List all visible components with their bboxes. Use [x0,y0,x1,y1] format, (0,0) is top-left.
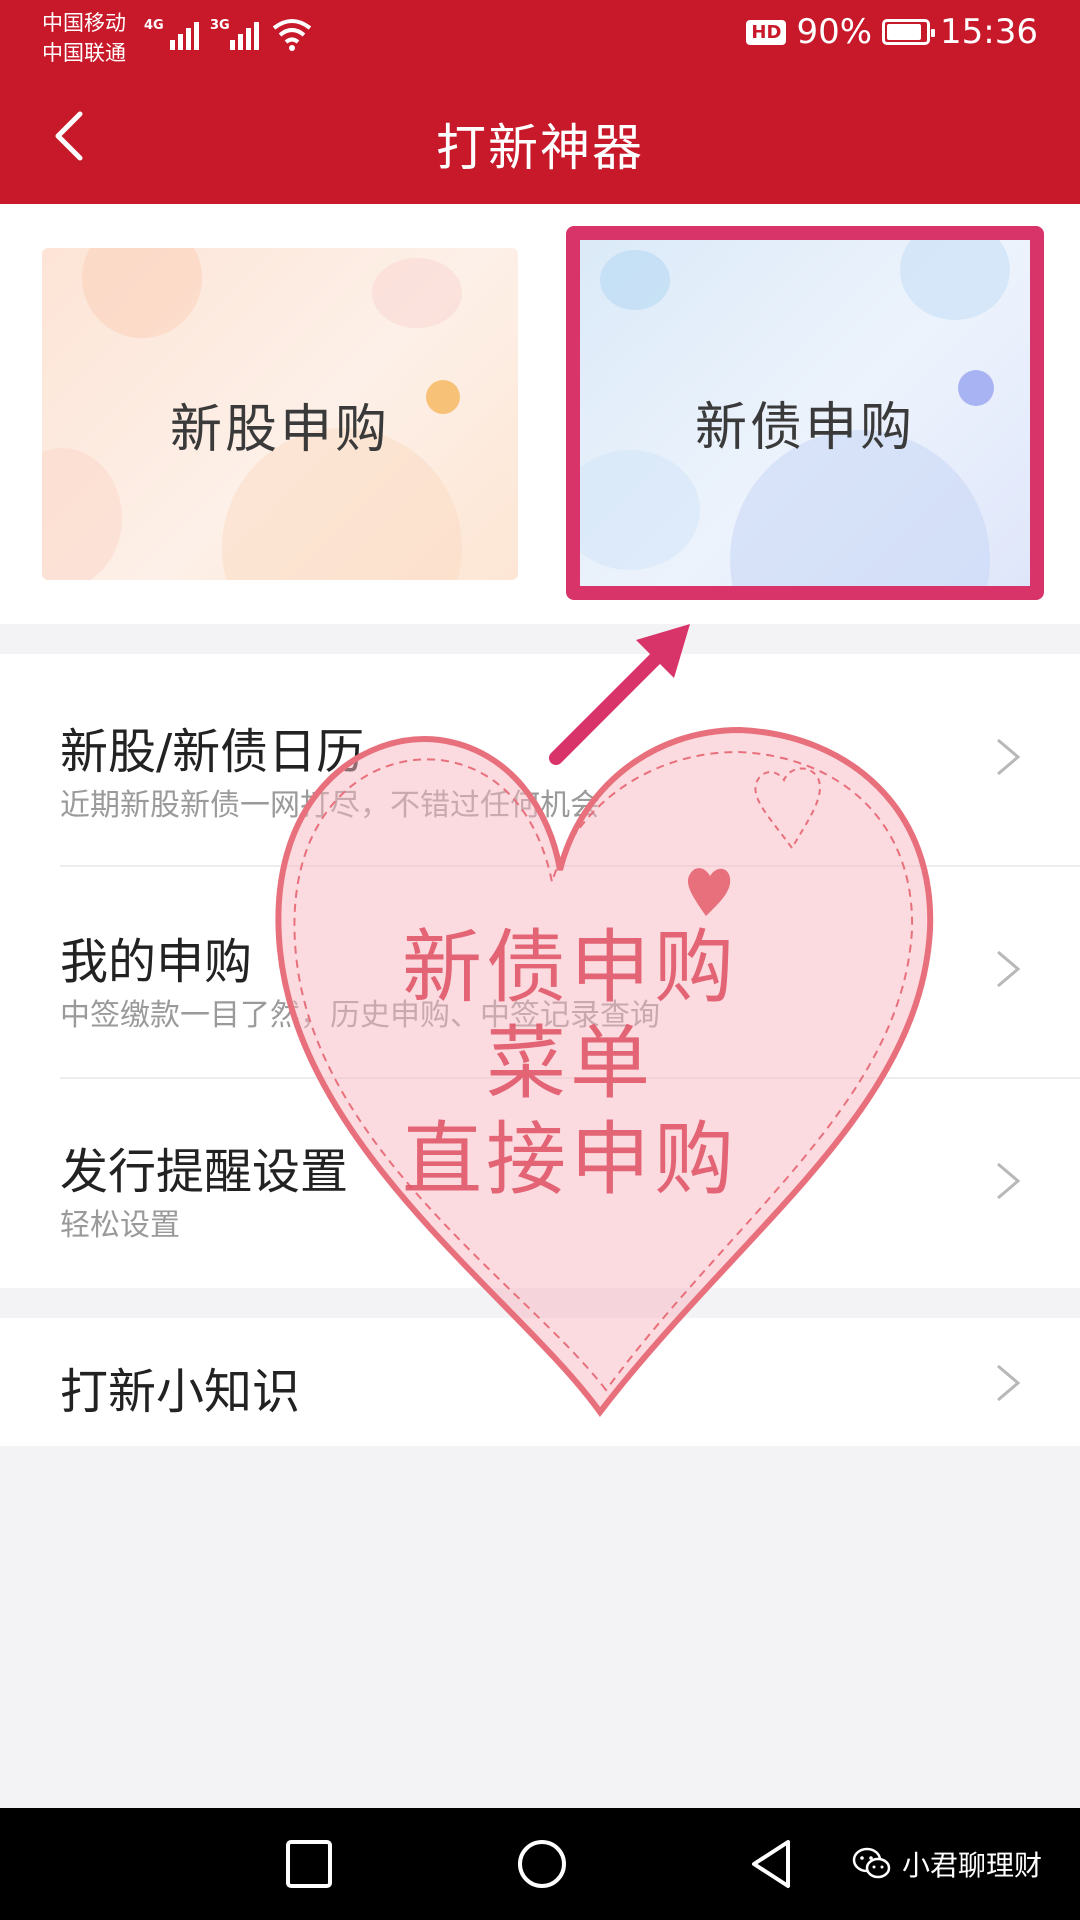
back-nav-icon[interactable] [746,1836,796,1892]
list-item-title: 发行提醒设置 [60,1144,349,1200]
list-item-reminder-settings[interactable]: 发行提醒设置 轻松设置 [0,1078,1080,1290]
new-bond-subscription-card[interactable]: 新债申购 [566,226,1044,600]
menu-list: 新股/新债日历 近期新股新债一网打尽，不错过任何机会 我的申购 中签缴款一目了然… [0,654,1080,1288]
list-item-title: 新股/新债日历 [60,724,365,780]
chevron-right-icon [997,1162,1021,1200]
decor-blob [580,450,700,570]
decor-blob [372,258,462,328]
status-carriers: 中国移动 中国联通 [42,8,126,68]
new-bond-label: 新债申购 [694,398,915,459]
subscription-cards: 新股申购 新债申购 [0,204,1080,624]
list-item-subtitle: 中签缴款一目了然，历史申购、中签记录查询 [60,998,660,1033]
watermark-text: 小君聊理财 [901,1849,1042,1882]
status-right: HD 90% 15:36 [746,12,1038,52]
chevron-right-icon [997,950,1021,988]
chevron-right-icon [997,738,1021,776]
decor-blob [900,240,1010,320]
network-type-1: 4G [144,18,164,33]
home-icon[interactable] [514,1836,570,1892]
decor-blob [42,448,122,580]
battery-percent: 90% [796,12,873,52]
signal-icon-2 [230,16,259,50]
carrier-2: 中国联通 [42,41,126,65]
decor-blob [82,248,202,338]
knowledge-list: 打新小知识 [0,1318,1080,1446]
battery-icon [882,19,936,45]
recent-apps-icon[interactable] [284,1836,334,1892]
app-header: 中国移动 中国联通 4G 3G HD 90% 15:36 打新神器 [0,0,1080,204]
signal-icon-1 [170,16,199,50]
carrier-1: 中国移动 [42,11,126,35]
system-nav-bar: 小君聊理财 [0,1808,1080,1920]
network-type-2: 3G [210,18,230,33]
list-item-title: 我的申购 [60,934,253,990]
page-title: 打新神器 [436,119,644,177]
new-stock-subscription-card[interactable]: 新股申购 [42,248,518,580]
list-item-calendar[interactable]: 新股/新债日历 近期新股新债一网打尽，不错过任何机会 [0,654,1080,866]
list-item-subtitle: 轻松设置 [60,1208,180,1243]
new-stock-label: 新股申购 [169,400,390,461]
wifi-icon [272,19,312,51]
decor-blob [600,250,670,310]
hd-badge: HD [746,19,787,45]
list-item-knowledge[interactable]: 打新小知识 [0,1318,1080,1446]
clock: 15:36 [940,12,1038,52]
list-item-my-subscriptions[interactable]: 我的申购 中签缴款一目了然，历史申购、中签记录查询 [0,866,1080,1078]
watermark: 小君聊理财 [852,1844,1042,1884]
wechat-icon [852,1847,891,1879]
list-item-title: 打新小知识 [60,1364,301,1420]
chevron-right-icon [997,1364,1021,1402]
list-item-subtitle: 近期新股新债一网打尽，不错过任何机会 [60,788,600,823]
